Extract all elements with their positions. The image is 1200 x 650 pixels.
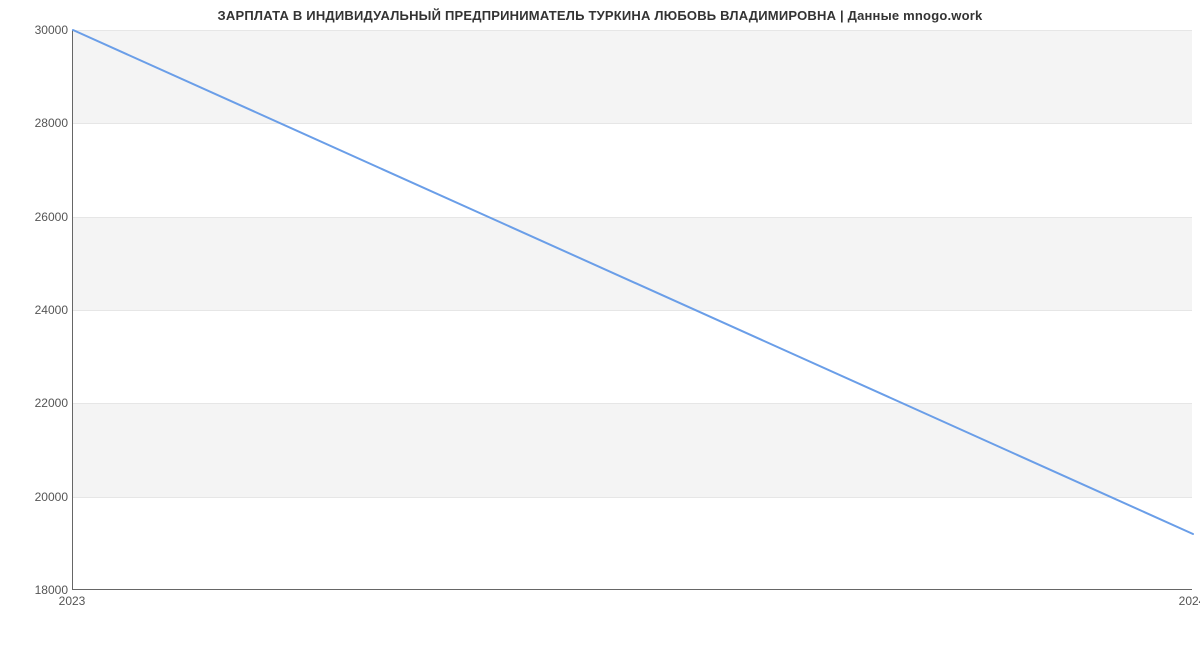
gridline bbox=[73, 217, 1192, 218]
y-tick-label: 30000 bbox=[8, 23, 68, 37]
series-line bbox=[73, 30, 1193, 534]
gridline bbox=[73, 123, 1192, 124]
y-tick-label: 20000 bbox=[8, 490, 68, 504]
y-tick-label: 26000 bbox=[8, 210, 68, 224]
salary-line-chart: ЗАРПЛАТА В ИНДИВИДУАЛЬНЫЙ ПРЕДПРИНИМАТЕЛ… bbox=[0, 0, 1200, 650]
y-tick-label: 24000 bbox=[8, 303, 68, 317]
x-tick-label: 2023 bbox=[59, 594, 86, 608]
chart-title: ЗАРПЛАТА В ИНДИВИДУАЛЬНЫЙ ПРЕДПРИНИМАТЕЛ… bbox=[0, 0, 1200, 23]
y-tick-label: 22000 bbox=[8, 396, 68, 410]
grid-band bbox=[73, 217, 1192, 310]
line-series bbox=[73, 30, 1193, 590]
gridline bbox=[73, 497, 1192, 498]
gridline bbox=[73, 310, 1192, 311]
gridline bbox=[73, 30, 1192, 31]
plot-area bbox=[72, 30, 1192, 590]
gridline bbox=[73, 403, 1192, 404]
grid-band bbox=[73, 30, 1192, 123]
grid-band bbox=[73, 403, 1192, 496]
x-tick-label: 2024 bbox=[1179, 594, 1200, 608]
y-tick-label: 28000 bbox=[8, 116, 68, 130]
